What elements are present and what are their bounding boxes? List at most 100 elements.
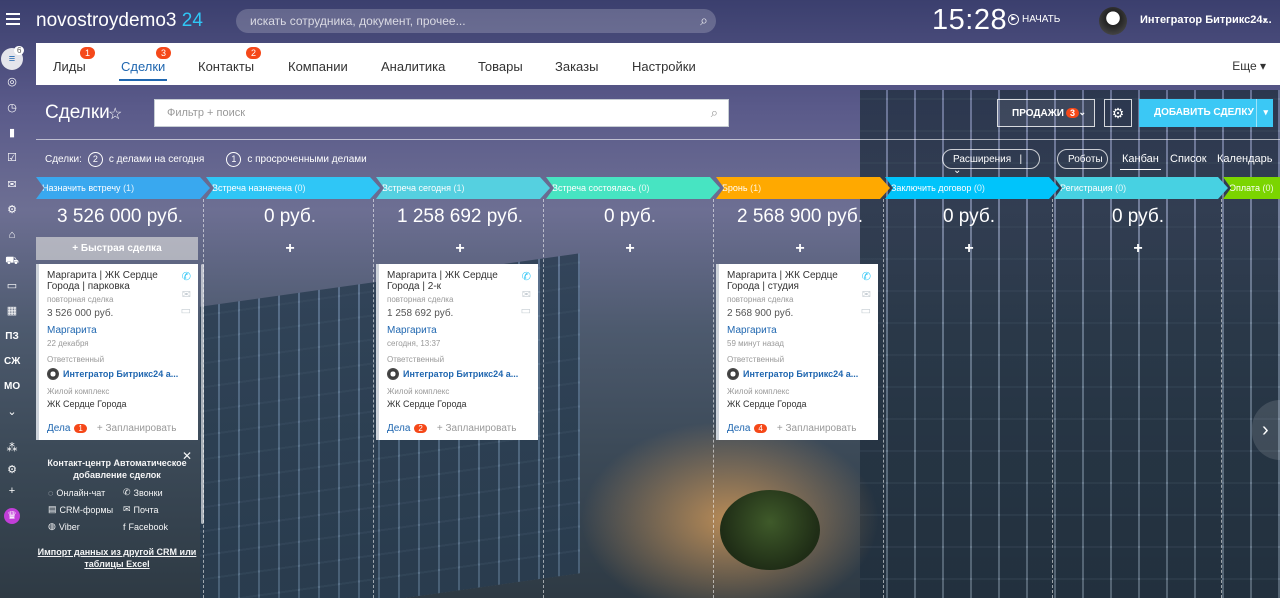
tab-analytics[interactable]: Аналитика (381, 59, 445, 74)
tab-contacts[interactable]: Контакты (198, 59, 254, 74)
schedule-link[interactable]: + Запланировать (437, 423, 517, 434)
mail-icon[interactable]: ✉ (4, 177, 20, 193)
view-kanban[interactable]: Канбан (1120, 153, 1161, 170)
today-counter[interactable]: 2 (87, 152, 103, 167)
rail-item-pz[interactable]: ПЗ (4, 329, 20, 345)
tab-products[interactable]: Товары (478, 59, 523, 74)
tab-deals[interactable]: Сделки (118, 59, 168, 81)
responsible-user[interactable]: Интегратор Битрикс24 а... (47, 368, 190, 380)
widget-item-chat[interactable]: ◌ Онлайн-чат (48, 487, 123, 498)
deal-title[interactable]: Маргарита | ЖК Сердце Города | 2-к (387, 270, 515, 292)
stage-header[interactable]: Оплата (0) (1223, 177, 1280, 199)
tab-settings[interactable]: Настройки (632, 59, 696, 74)
view-list[interactable]: Список (1170, 153, 1207, 165)
phone-icon[interactable]: ✆ (862, 270, 871, 283)
add-deal-plus[interactable]: + (885, 240, 1053, 258)
pipeline-select-button[interactable]: ПРОДАЖИ 3 ⌄ (997, 99, 1095, 127)
plus-icon[interactable]: + (4, 483, 20, 499)
add-deal-plus[interactable]: + (206, 240, 374, 258)
activities-link[interactable]: Дела (727, 423, 750, 434)
rail-item-mo[interactable]: МО (4, 379, 20, 395)
gear-icon[interactable]: ⚙ (4, 462, 20, 478)
schedule-link[interactable]: + Запланировать (777, 423, 857, 434)
chat-icon[interactable]: ▭ (521, 304, 531, 317)
menu-icon[interactable] (6, 13, 20, 25)
deal-contact-link[interactable]: Маргарита (387, 325, 530, 336)
chart-icon[interactable]: ▮ (4, 125, 20, 141)
deal-contact-link[interactable]: Маргарита (727, 325, 870, 336)
close-icon[interactable]: ✕ (182, 449, 192, 463)
cart-icon[interactable]: ⛟ (4, 253, 20, 269)
activities-link[interactable]: Дела (47, 423, 70, 434)
add-deal-plus[interactable]: + (716, 240, 884, 258)
robots-button[interactable]: Роботы (1057, 149, 1108, 169)
global-search-input[interactable]: искать сотрудника, документ, прочее... ⌕ (236, 9, 716, 33)
search-icon[interactable]: ⌕ (711, 105, 718, 121)
crown-icon[interactable]: ♛ (4, 508, 20, 524)
chat-icon[interactable]: ▭ (861, 304, 871, 317)
widget-item-viber[interactable]: ◍ Viber (48, 521, 123, 532)
stage-header[interactable]: Назначить встречу (1) (36, 177, 210, 199)
robot-icon[interactable]: ⚙ (4, 202, 20, 218)
deal-title[interactable]: Маргарита | ЖК Сердце Города | студия (727, 270, 855, 292)
tasks-icon[interactable]: ☑ (4, 150, 20, 166)
deal-contact-link[interactable]: Маргарита (47, 325, 190, 336)
stage-header[interactable]: Заключить договор (0) (885, 177, 1059, 199)
user-name[interactable]: Интегратор Битрикс24... (1140, 14, 1272, 26)
schedule-link[interactable]: + Запланировать (97, 423, 177, 434)
tab-companies[interactable]: Компании (288, 59, 348, 74)
mail-icon[interactable]: ✉ (182, 288, 191, 301)
stage-header[interactable]: Встреча состоялась (0) (546, 177, 720, 199)
quick-deal-button[interactable]: + Быстрая сделка (36, 237, 198, 260)
star-icon[interactable]: ☆ (108, 104, 122, 124)
tab-orders[interactable]: Заказы (555, 59, 598, 74)
bank-icon[interactable]: ⌂ (4, 227, 20, 243)
rail-item-szh[interactable]: СЖ (4, 354, 20, 370)
mail-icon[interactable]: ✉ (522, 288, 531, 301)
widget-item-forms[interactable]: ▤ CRM-формы (48, 504, 123, 515)
add-deal-plus[interactable]: + (1054, 240, 1222, 258)
search-icon[interactable]: ⌕ (700, 12, 708, 29)
deal-title[interactable]: Маргарита | ЖК Сердце Города | парковка (47, 270, 175, 292)
phone-icon[interactable]: ✆ (182, 270, 191, 283)
overdue-counter[interactable]: 1 (226, 152, 242, 167)
today-counter-label[interactable]: с делами на сегодня (109, 154, 204, 165)
import-link[interactable]: Импорт данных из другой CRM или таблицы … (36, 546, 198, 570)
stage-header[interactable]: Бронь (1) (716, 177, 890, 199)
widget-item-calls[interactable]: ✆ Звонки (123, 487, 198, 498)
view-calendar[interactable]: Календарь (1217, 153, 1273, 165)
phone-icon[interactable]: ✆ (522, 270, 531, 283)
overdue-counter-label[interactable]: с просроченными делами (247, 154, 366, 165)
widget-item-facebook[interactable]: f Facebook (123, 521, 198, 532)
add-deal-plus[interactable]: + (546, 240, 714, 258)
chevron-down-icon[interactable]: ⌄ (4, 404, 20, 420)
mail-icon[interactable]: ✉ (862, 288, 871, 301)
deal-card[interactable]: Маргарита | ЖК Сердце Города | студия ✆ … (716, 264, 878, 440)
responsible-user[interactable]: Интегратор Битрикс24 а... (387, 368, 530, 380)
stage-header[interactable]: Регистрация (0) (1054, 177, 1228, 199)
chat-icon[interactable]: ▭ (181, 304, 191, 317)
deal-card[interactable]: Маргарита | ЖК Сердце Города | парковка … (36, 264, 198, 440)
chevron-down-icon[interactable]: ▾ (1263, 107, 1268, 118)
extensions-button[interactable]: Расширения |⌄ (942, 149, 1040, 176)
clock-icon[interactable]: ◷ (4, 100, 20, 116)
responsible-user[interactable]: Интегратор Битрикс24 а... (727, 368, 870, 380)
apps-icon[interactable]: ▦ (4, 303, 20, 319)
tab-leads[interactable]: Лиды (53, 59, 86, 74)
stage-header[interactable]: Встреча сегодня (1) (376, 177, 550, 199)
add-deal-plus[interactable]: + (376, 240, 544, 258)
calendar-icon[interactable]: ▭ (4, 278, 20, 294)
target-icon[interactable]: ◎ (4, 74, 20, 90)
avatar[interactable] (1099, 7, 1127, 35)
filter-search-input[interactable]: Фильтр + поиск ⌕ (154, 99, 729, 127)
stage-header[interactable]: Встреча назначена (0) (206, 177, 380, 199)
portal-logo[interactable]: novostroydemo3 24 (36, 10, 203, 32)
activities-link[interactable]: Дела (387, 423, 410, 434)
start-workday-button[interactable]: ▶ НАЧАТЬ (1008, 14, 1060, 25)
more-tabs-button[interactable]: Еще ▾ (1232, 59, 1266, 73)
chevron-down-icon[interactable]: ▾ (1263, 15, 1268, 26)
widget-item-mail[interactable]: ✉ Почта (123, 504, 198, 515)
gear-icon[interactable]: ⚙ (1104, 99, 1132, 127)
add-deal-button[interactable]: ДОБАВИТЬ СДЕЛКУ ▾ (1139, 99, 1273, 127)
network-icon[interactable]: ⁂ (4, 440, 20, 456)
